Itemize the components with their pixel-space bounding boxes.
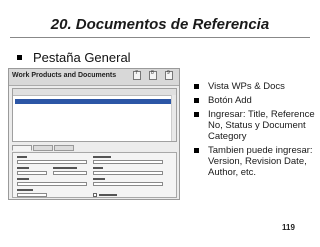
attach-checkbox[interactable] bbox=[93, 193, 97, 197]
toolbar-number-2: 8 bbox=[151, 70, 154, 76]
reference-no-field[interactable] bbox=[93, 160, 163, 164]
form-label bbox=[17, 178, 29, 180]
general-form bbox=[12, 152, 177, 198]
list-item: Tambien puede ingresar: Version, Revisio… bbox=[186, 145, 316, 178]
title-underline bbox=[10, 37, 310, 38]
form-label bbox=[17, 167, 29, 169]
square-bullet-icon bbox=[194, 112, 199, 117]
title-field[interactable] bbox=[17, 160, 87, 164]
notes-field[interactable] bbox=[93, 182, 163, 186]
documents-grid[interactable] bbox=[12, 88, 177, 142]
form-label bbox=[17, 156, 27, 158]
form-label bbox=[17, 189, 33, 191]
square-bullet-icon bbox=[194, 148, 199, 153]
tab-general[interactable] bbox=[12, 145, 32, 151]
form-label bbox=[93, 167, 103, 169]
toolbar-number-1: 7 bbox=[135, 70, 138, 76]
form-label bbox=[93, 156, 111, 158]
list-item: Botón Add bbox=[186, 95, 316, 106]
grid-scrollbar[interactable] bbox=[171, 95, 176, 141]
tab-second[interactable] bbox=[33, 145, 53, 151]
bullet-text: Tambien puede ingresar: Version, Revisio… bbox=[208, 145, 313, 178]
slide-title: 20. Documentos de Referencia bbox=[50, 16, 270, 33]
embedded-screenshot: Work Products and Documents 7 8 9 bbox=[8, 68, 180, 200]
form-label bbox=[99, 194, 117, 196]
list-item: Ingresar: Title, Reference No, Status y … bbox=[186, 109, 316, 142]
document-category-field[interactable] bbox=[53, 171, 87, 175]
square-bullet-icon bbox=[194, 84, 199, 89]
section-heading: Pestaña General bbox=[33, 50, 131, 65]
bullet-text: Ingresar: Title, Reference No, Status y … bbox=[208, 109, 315, 142]
window-titlebar: Work Products and Documents 7 8 9 bbox=[9, 69, 179, 86]
form-label bbox=[53, 167, 77, 169]
tab-third[interactable] bbox=[54, 145, 74, 151]
grid-header bbox=[13, 89, 176, 96]
window-title: Work Products and Documents bbox=[12, 72, 117, 79]
bullet-list: Vista WPs & Docs Botón Add Ingresar: Tit… bbox=[186, 81, 316, 181]
selected-row[interactable] bbox=[15, 99, 173, 104]
bullet-text: Botón Add bbox=[208, 95, 252, 106]
square-bullet-icon bbox=[17, 55, 22, 60]
status-field[interactable] bbox=[93, 171, 163, 175]
toolbar-number-3: 9 bbox=[167, 70, 170, 76]
square-bullet-icon bbox=[194, 98, 199, 103]
page-number: 119 bbox=[282, 223, 295, 232]
bullet-text: Vista WPs & Docs bbox=[208, 81, 285, 92]
author-field[interactable] bbox=[17, 182, 87, 186]
version-field[interactable] bbox=[17, 171, 47, 175]
revision-date-field[interactable] bbox=[17, 193, 47, 197]
form-label bbox=[93, 178, 105, 180]
list-item: Vista WPs & Docs bbox=[186, 81, 316, 92]
